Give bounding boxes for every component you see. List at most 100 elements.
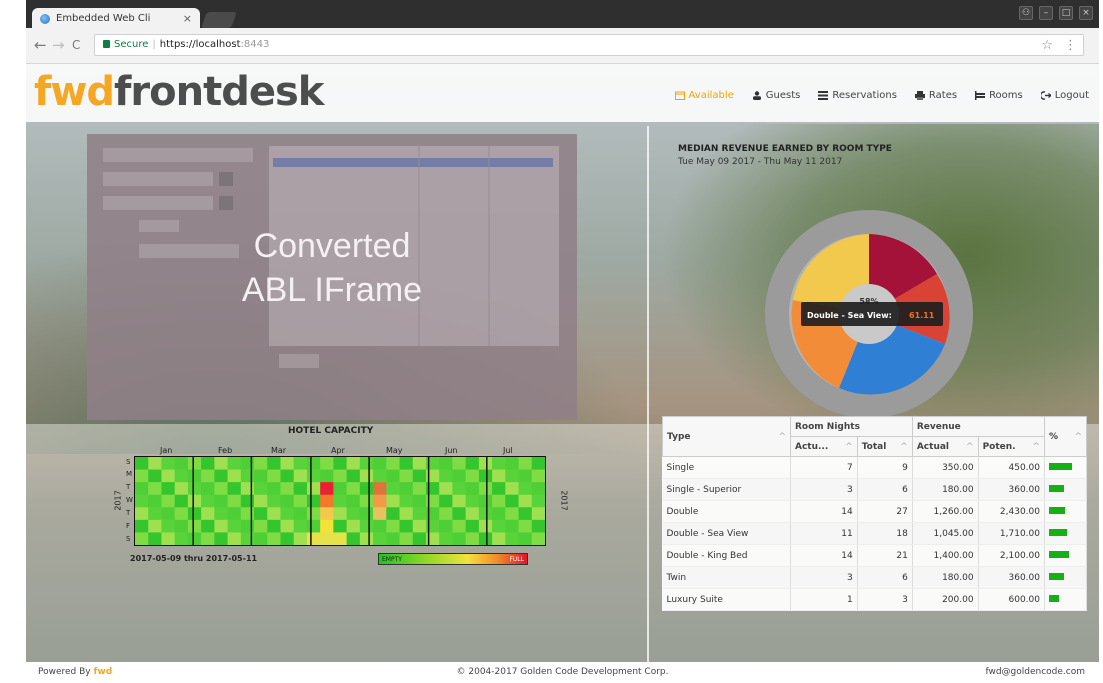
browser-tab[interactable]: Embedded Web Cli × (32, 8, 200, 30)
heatmap-cell (320, 532, 334, 545)
table-row[interactable]: Double - Sea View 11 18 1,045.00 1,710.0… (662, 522, 1087, 545)
cell-potential-revenue: 360.00 (978, 566, 1046, 589)
heatmap-cell (201, 457, 215, 470)
heatmap-cell (280, 494, 295, 508)
heatmap-cell (346, 532, 361, 545)
heatmap-cell (161, 482, 175, 496)
tab-close-icon[interactable]: × (183, 12, 192, 25)
heatmap-cell (531, 482, 545, 496)
sort-icon[interactable]: ^ (900, 442, 908, 452)
cell-pct (1044, 566, 1087, 589)
maximize-button[interactable]: □ (1059, 6, 1073, 20)
cell-actual-nights: 1 (790, 588, 858, 611)
col-actual-revenue[interactable]: Actual ^ (911, 436, 979, 457)
logo-fwd: fwd (34, 69, 115, 115)
heatmap-day: M (126, 470, 133, 478)
heatmap-cell (439, 469, 453, 483)
new-tab-button[interactable] (201, 12, 237, 28)
table-row[interactable]: Single - Superior 3 6 180.00 360.00 (662, 478, 1087, 501)
revenue-sunburst-chart[interactable]: 58% Double - Sea View: 61.11 (759, 204, 979, 424)
heatmap-day: F (126, 522, 131, 530)
col-type[interactable]: Type ^ (662, 416, 791, 457)
heatmap-cell (412, 507, 427, 521)
heatmap-cell (254, 469, 268, 483)
col-type-label: Type (667, 431, 691, 442)
close-window-button[interactable]: × (1079, 6, 1093, 20)
cell-total-nights: 3 (857, 588, 913, 611)
revenue-chart-title: MEDIAN REVENUE EARNED BY ROOM TYPE (678, 144, 892, 154)
sort-icon[interactable]: ^ (966, 442, 974, 452)
heatmap-grid[interactable] (134, 456, 546, 546)
heatmap-cell (531, 532, 545, 545)
heatmap-cell (452, 532, 466, 545)
heatmap-cell (135, 532, 149, 545)
forward-icon[interactable]: → (52, 36, 65, 54)
heatmap-cell (201, 507, 215, 521)
url-port: :8443 (240, 39, 270, 50)
col-actual-nights[interactable]: Actu... ^ (790, 436, 858, 457)
nav-reservations[interactable]: Reservations (818, 90, 897, 101)
heatmap-cell (492, 482, 506, 496)
heatmap-cell (227, 469, 242, 483)
heatmap-cell (306, 532, 321, 545)
table-row[interactable]: Single 7 9 350.00 450.00 (662, 456, 1087, 479)
heatmap-cell (452, 469, 466, 483)
cell-total-nights: 6 (857, 566, 913, 589)
bookmark-star-icon[interactable]: ☆ (1041, 38, 1053, 53)
heatmap-cell (227, 457, 242, 470)
heatmap-cell (505, 494, 519, 508)
back-icon[interactable]: ← (34, 36, 47, 54)
col-potential-revenue[interactable]: Poten. ^ (977, 436, 1046, 457)
heatmap-cell (148, 457, 162, 470)
table-row[interactable]: Double 14 27 1,260.00 2,430.00 (662, 500, 1087, 523)
printer-icon (914, 91, 925, 100)
heatmap-cell (373, 482, 387, 496)
url-field[interactable]: Secure | https://localhost:8443 ☆ ⋮ (94, 34, 1084, 56)
user-icon[interactable]: ⚇ (1019, 6, 1033, 20)
heatmap-cell (267, 507, 281, 521)
nav-guests[interactable]: Guests (752, 90, 800, 101)
heatmap-cell (359, 519, 374, 533)
table-row[interactable]: Double - King Bed 14 21 1,400.00 2,100.0… (662, 544, 1087, 567)
heatmap-cell (161, 507, 175, 521)
nav-logout[interactable]: Logout (1040, 90, 1089, 101)
col-pct[interactable]: % ^ (1044, 416, 1087, 457)
menu-icon[interactable]: ⋮ (1064, 38, 1077, 53)
contact-email[interactable]: fwd@goldencode.com (985, 667, 1085, 677)
col-total-nights-label: Total (861, 441, 887, 452)
pct-bar (1049, 594, 1059, 602)
heatmap-cell (452, 507, 466, 521)
tooltip-value: 61.11 (909, 311, 935, 320)
heatmap-cell (174, 494, 189, 508)
app-logo[interactable]: fwdfrontdesk (34, 69, 324, 115)
heatmap-cell (280, 469, 295, 483)
heatmap-cell (267, 469, 281, 483)
heatmap-cell (399, 519, 414, 533)
table-row[interactable]: Luxury Suite 1 3 200.00 600.00 (662, 588, 1087, 611)
reload-icon[interactable]: C (72, 38, 80, 52)
nav-rates[interactable]: Rates (914, 90, 957, 101)
heatmap-cell (465, 532, 480, 545)
heatmap-cell (386, 507, 400, 521)
pct-bar (1049, 550, 1069, 558)
heatmap-cell (148, 519, 162, 533)
cell-actual-revenue: 200.00 (912, 588, 979, 611)
abl-iframe[interactable]: Converted ABL IFrame (87, 134, 577, 420)
nav-rooms[interactable]: Rooms (975, 90, 1023, 101)
tooltip-label: Double - Sea View: (807, 311, 892, 320)
sort-icon[interactable]: ^ (845, 442, 853, 452)
heatmap-cell (478, 507, 493, 521)
col-total-nights[interactable]: Total ^ (856, 436, 913, 457)
page-footer: Powered By fwd © 2004-2017 Golden Code D… (26, 662, 1099, 683)
table-row[interactable]: Twin 3 6 180.00 360.00 (662, 566, 1087, 589)
bed-icon (975, 91, 986, 100)
heatmap-cell (333, 469, 347, 483)
sort-icon[interactable]: ^ (778, 432, 786, 442)
heatmap-cell (161, 457, 175, 470)
minimize-button[interactable]: – (1039, 6, 1053, 20)
sort-icon[interactable]: ^ (1032, 442, 1040, 452)
cell-actual-nights: 3 (790, 478, 858, 501)
heatmap-cell (306, 519, 321, 533)
nav-available[interactable]: Available (674, 90, 734, 101)
sort-icon[interactable]: ^ (1074, 432, 1082, 442)
